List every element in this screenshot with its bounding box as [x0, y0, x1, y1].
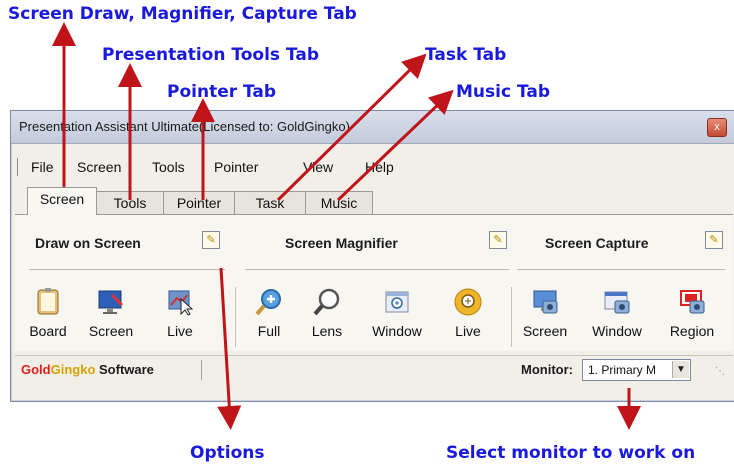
- arrow-music-tab: [336, 89, 454, 202]
- arrow-options: [217, 267, 242, 430]
- arrow-task-tab: [276, 53, 427, 202]
- annotation-arrows: [52, 22, 641, 430]
- tab-screen[interactable]: Screen: [27, 187, 97, 215]
